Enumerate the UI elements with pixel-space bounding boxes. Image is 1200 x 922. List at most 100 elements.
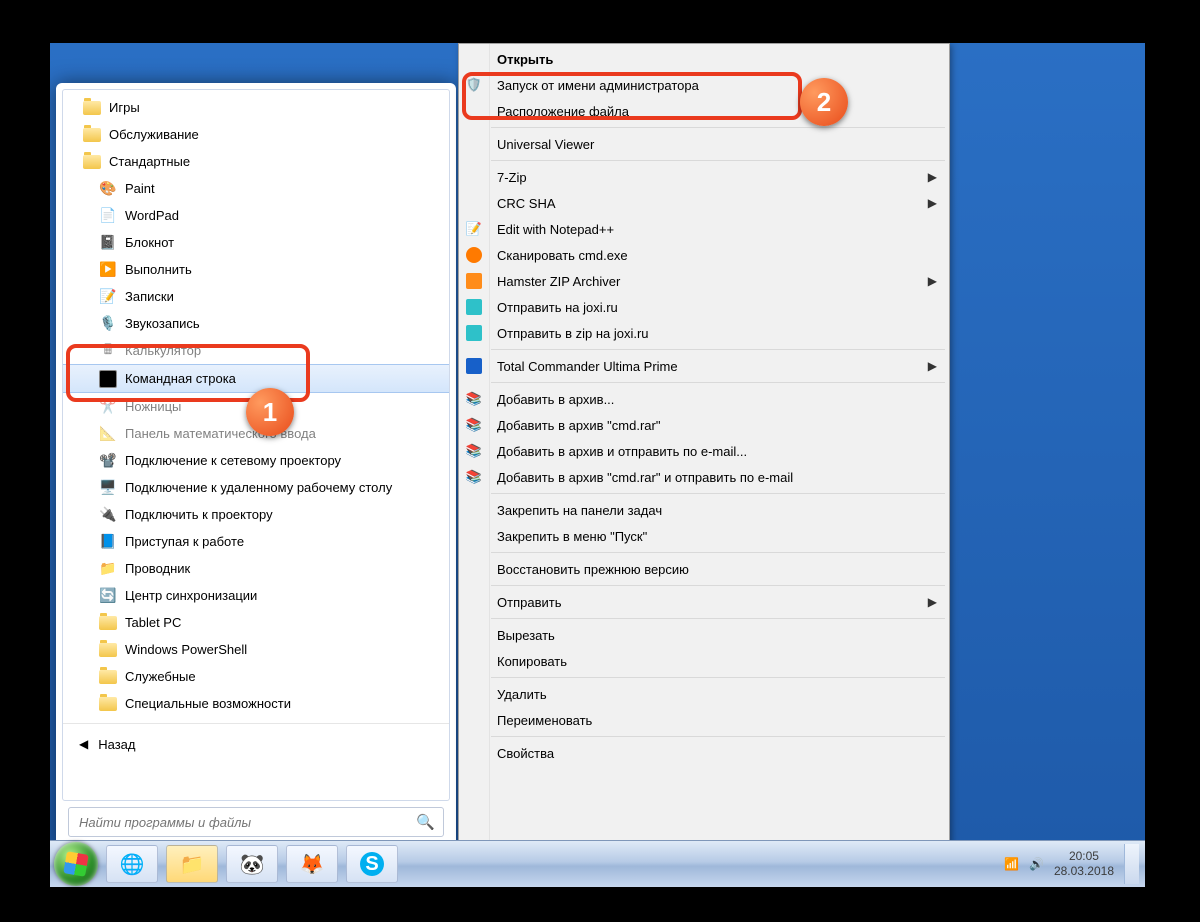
app-item[interactable]: 🎨Paint	[63, 175, 449, 202]
app-label: Подключить к проектору	[125, 507, 273, 522]
app-item[interactable]: 📁Проводник	[63, 555, 449, 582]
folder-maintenance[interactable]: Обслуживание	[63, 121, 449, 148]
folder-label: Стандартные	[109, 154, 190, 169]
ctx-rar-email[interactable]: 📚Добавить в архив и отправить по e-mail.…	[459, 438, 947, 464]
app-item[interactable]: 📽️Подключение к сетевому проектору	[63, 447, 449, 474]
app-item[interactable]: 🖩Калькулятор	[63, 337, 449, 364]
tray-date: 28.03.2018	[1054, 864, 1114, 879]
app-item[interactable]: 🔌 Подключить к проектору	[63, 501, 449, 528]
notepadpp-icon: 📝	[465, 220, 483, 238]
joxi-icon	[465, 298, 483, 316]
taskbar-skype[interactable]: S	[346, 845, 398, 883]
ctx-restore-version[interactable]: Восстановить прежнюю версию	[459, 556, 947, 582]
folder-accessories[interactable]: Стандартные	[63, 148, 449, 175]
ctx-cut[interactable]: Вырезать	[459, 622, 947, 648]
back-button[interactable]: ◀ Назад	[63, 723, 449, 760]
ctx-hamster[interactable]: Hamster ZIP Archiver▶	[459, 268, 947, 294]
ctx-properties[interactable]: Свойства	[459, 740, 947, 766]
ctx-notepadpp[interactable]: 📝Edit with Notepad++	[459, 216, 947, 242]
app-item[interactable]: 🔄 Центр синхронизации	[63, 582, 449, 609]
joxi-icon	[465, 324, 483, 342]
ctx-pin-start[interactable]: Закрепить в меню "Пуск"	[459, 523, 947, 549]
app-item[interactable]: 📓Блокнот	[63, 229, 449, 256]
ctx-total-commander[interactable]: Total Commander Ultima Prime▶	[459, 353, 947, 379]
app-icon: 🎨	[99, 180, 117, 198]
search-icon: 🔍	[416, 813, 435, 831]
folder-label: Windows PowerShell	[125, 642, 247, 657]
app-label: Выполнить	[125, 262, 192, 277]
app-label: Калькулятор	[125, 343, 201, 358]
network-icon[interactable]: 📶	[1004, 857, 1019, 871]
ctx-copy[interactable]: Копировать	[459, 648, 947, 674]
winrar-icon: 📚	[465, 468, 483, 486]
folder-label: Tablet PC	[125, 615, 181, 630]
app-icon: 🔌	[99, 506, 117, 524]
folder-icon	[99, 616, 117, 630]
folder-icon	[99, 697, 117, 711]
ctx-send-to[interactable]: Отправить▶	[459, 589, 947, 615]
taskbar-app-panda[interactable]: 🐼	[226, 845, 278, 883]
ctx-delete[interactable]: Удалить	[459, 681, 947, 707]
ctx-universal-viewer[interactable]: Universal Viewer	[459, 131, 947, 157]
ctx-rename[interactable]: Переименовать	[459, 707, 947, 733]
separator	[491, 493, 945, 494]
app-label: Командная строка	[125, 371, 236, 386]
app-icon: 🔄	[99, 587, 117, 605]
ctx-file-location[interactable]: Расположение файла	[459, 98, 947, 124]
taskbar-firefox[interactable]: 🦊	[286, 845, 338, 883]
ctx-run-as-admin[interactable]: 🛡️Запуск от имени администратора	[459, 72, 947, 98]
context-menu: Открыть 🛡️Запуск от имени администратора…	[458, 43, 950, 877]
hamster-icon	[465, 272, 483, 290]
ctx-joxi[interactable]: Отправить на joxi.ru	[459, 294, 947, 320]
app-item[interactable]: 📝Записки	[63, 283, 449, 310]
separator	[491, 552, 945, 553]
ctx-pin-taskbar[interactable]: Закрепить на панели задач	[459, 497, 947, 523]
ctx-7zip[interactable]: 7-Zip▶	[459, 164, 947, 190]
ctx-joxi-zip[interactable]: Отправить в zip на joxi.ru	[459, 320, 947, 346]
app-label: Записки	[125, 289, 174, 304]
start-menu: Игры Обслуживание Стандартные 🎨Paint📄Wor…	[56, 83, 456, 853]
app-item[interactable]: 📄WordPad	[63, 202, 449, 229]
chevron-right-icon: ▶	[928, 359, 937, 373]
folder-system[interactable]: Служебные	[63, 663, 449, 690]
folder-tabletpc[interactable]: Tablet PC	[63, 609, 449, 636]
app-command-prompt[interactable]: Командная строка	[63, 364, 449, 393]
ctx-scan[interactable]: Сканировать cmd.exe	[459, 242, 947, 268]
annotation-badge-1: 1	[246, 388, 294, 436]
ctx-rar-add[interactable]: 📚Добавить в архив...	[459, 386, 947, 412]
app-label: Ножницы	[125, 399, 181, 414]
ctx-crc-sha[interactable]: CRC SHA▶	[459, 190, 947, 216]
app-icon: 🎙️	[99, 315, 117, 333]
app-label: WordPad	[125, 208, 179, 223]
app-icon: 🖥️	[99, 479, 117, 497]
ctx-rar-email-named[interactable]: 📚Добавить в архив "cmd.rar" и отправить …	[459, 464, 947, 490]
folder-icon	[99, 670, 117, 684]
app-label: Звукозапись	[125, 316, 200, 331]
taskbar-ie[interactable]: 🌐	[106, 845, 158, 883]
app-item[interactable]: 🎙️ Звукозапись	[63, 310, 449, 337]
app-item[interactable]: 🖥️Подключение к удаленному рабочему стол…	[63, 474, 449, 501]
avast-icon	[465, 246, 483, 264]
app-item[interactable]: 📘Приступая к работе	[63, 528, 449, 555]
tray-clock[interactable]: 20:05 28.03.2018	[1054, 849, 1114, 879]
folder-games[interactable]: Игры	[63, 94, 449, 121]
cmd-icon	[99, 370, 117, 388]
app-label: Центр синхронизации	[125, 588, 257, 603]
folder-powershell[interactable]: Windows PowerShell	[63, 636, 449, 663]
taskbar-explorer[interactable]: 📁	[166, 845, 218, 883]
start-button[interactable]	[54, 842, 98, 886]
ctx-open[interactable]: Открыть	[459, 46, 947, 72]
show-desktop-button[interactable]	[1124, 844, 1139, 884]
volume-icon[interactable]: 🔊	[1029, 857, 1044, 871]
search-box[interactable]: 🔍	[68, 807, 444, 837]
search-input[interactable]	[77, 814, 410, 831]
ctx-rar-add-named[interactable]: 📚Добавить в архив "cmd.rar"	[459, 412, 947, 438]
winrar-icon: 📚	[465, 416, 483, 434]
app-item[interactable]: ▶️Выполнить	[63, 256, 449, 283]
tray-time: 20:05	[1054, 849, 1114, 864]
app-icon: ✂️	[99, 398, 117, 416]
folder-icon	[83, 155, 101, 169]
separator	[491, 677, 945, 678]
folder-icon	[83, 101, 101, 115]
folder-accessibility[interactable]: Специальные возможности	[63, 690, 449, 717]
